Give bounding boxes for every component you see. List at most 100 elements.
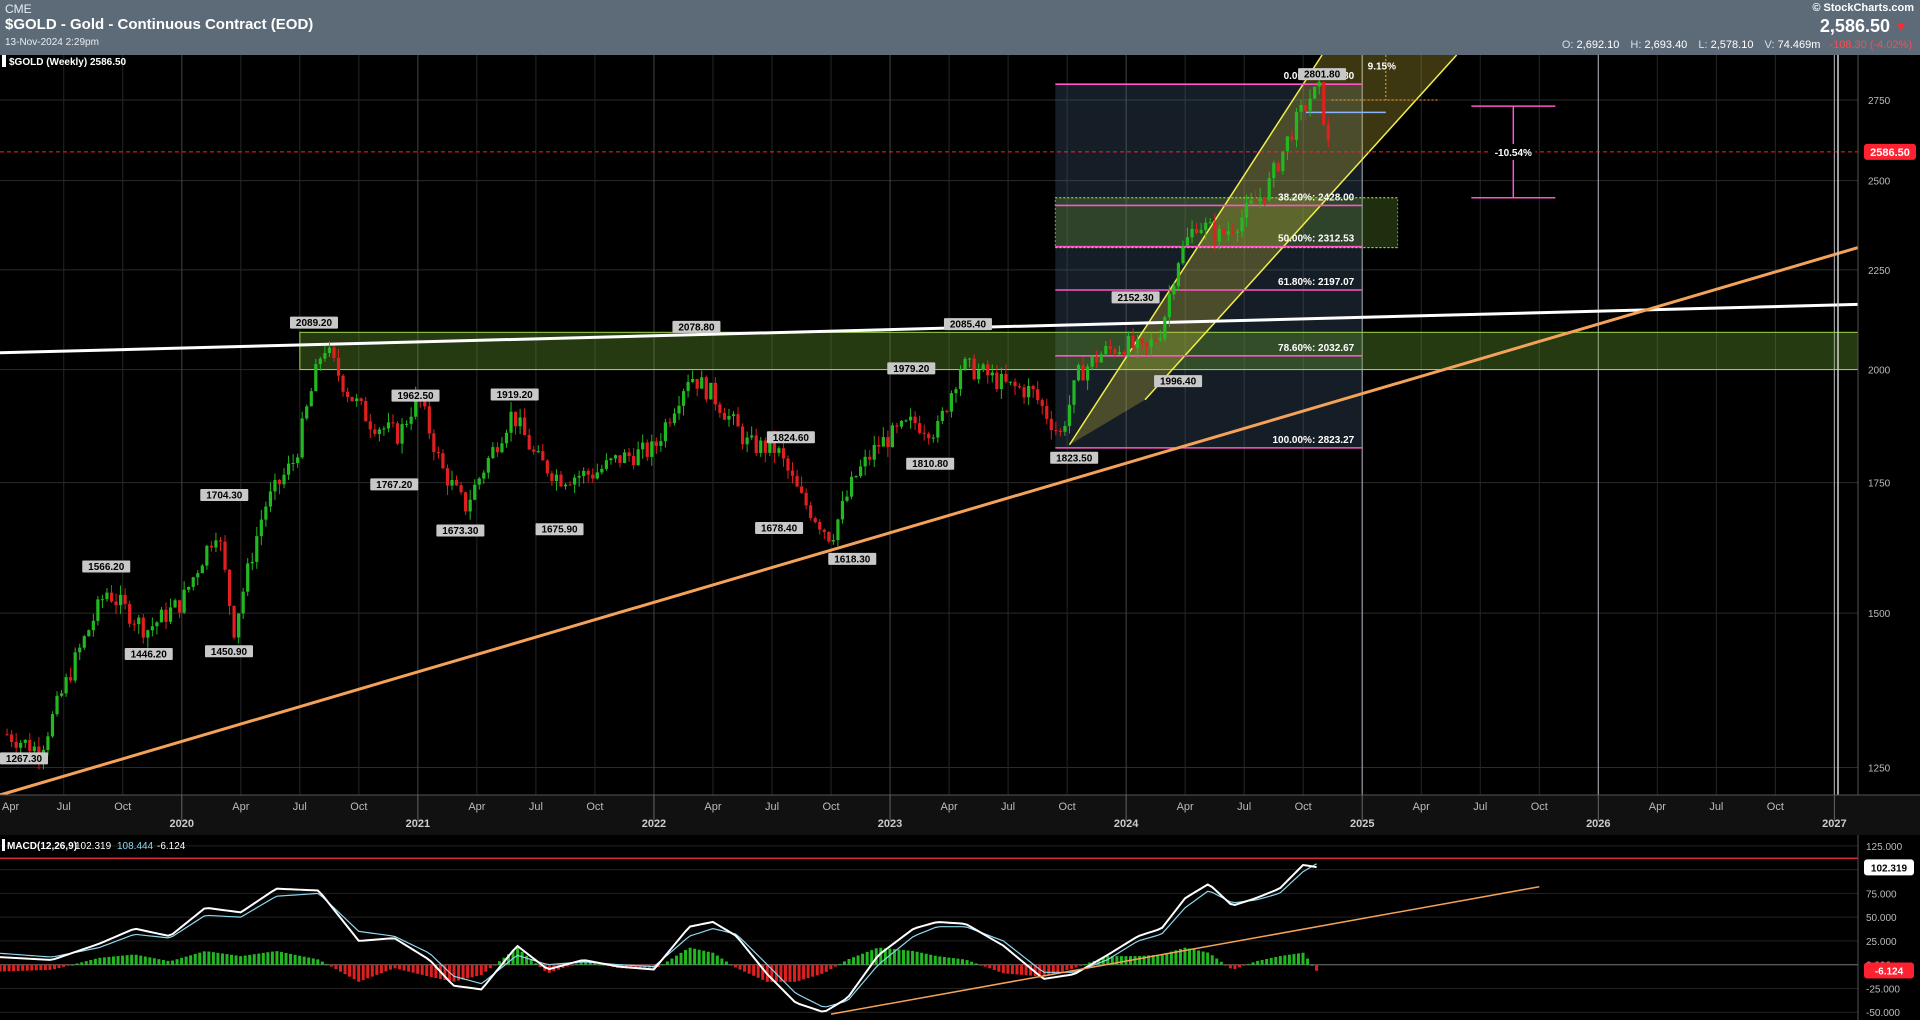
candle-body	[591, 474, 595, 479]
candle-body	[727, 415, 731, 420]
price-label-text: 2152.30	[1117, 293, 1154, 304]
candle-body	[364, 401, 368, 422]
candle-body	[218, 540, 223, 542]
legend-text: $GOLD (Weekly) 2586.50	[9, 57, 127, 68]
macd-histogram-bar	[452, 964, 456, 982]
candle-body	[527, 435, 531, 450]
macd-histogram-bar	[352, 964, 356, 980]
candle-body	[1090, 356, 1094, 367]
candle-body	[1072, 380, 1076, 405]
change-value: -108.30 (-4.02%)	[1829, 39, 1912, 51]
price-label: 2078.80	[672, 320, 721, 333]
macd-histogram-bar	[1237, 964, 1241, 968]
y-tick-label: 1250	[1868, 763, 1891, 774]
price-chart[interactable]: 0.00%: 2801.8038.20%: 2428.0050.00%: 231…	[0, 55, 1920, 835]
candle-body	[1285, 136, 1289, 151]
candle-body	[391, 422, 395, 424]
macd-histogram-bar	[180, 957, 184, 965]
macd-histogram-bar	[316, 959, 320, 965]
price-label: 1675.90	[535, 523, 584, 536]
x-month-label: Oct	[1767, 801, 1784, 813]
macd-histogram-bar	[670, 958, 674, 965]
candle-body	[795, 475, 799, 487]
candle-body	[1017, 386, 1022, 388]
macd-histogram-bar	[339, 964, 343, 972]
macd-histogram-bar	[951, 958, 955, 965]
macd-histogram-bar	[833, 964, 837, 967]
macd-panel[interactable]: 125.000100.00075.00050.00025.0000.000-25…	[0, 835, 1920, 1020]
y-tick-label: 2500	[1868, 177, 1891, 188]
macd-histogram-bar	[1265, 958, 1269, 965]
macd-histogram-bar	[484, 964, 488, 972]
candle-body	[1149, 339, 1153, 347]
price-label-text: 1675.90	[541, 525, 578, 536]
macd-y-tick: 25.000	[1866, 937, 1897, 948]
candle-body	[1213, 222, 1217, 242]
macd-histogram-bar	[243, 955, 247, 965]
price-label: 1566.20	[82, 560, 131, 573]
candle-body	[895, 425, 899, 427]
macd-histogram-bar	[348, 964, 352, 977]
macd-histogram-bar	[429, 964, 433, 978]
candle-body	[1027, 386, 1031, 398]
macd-histogram-bar	[1269, 957, 1273, 965]
candle-body	[32, 746, 36, 752]
macd-histogram-bar	[1006, 964, 1010, 974]
macd-histogram-bar	[207, 951, 211, 965]
macd-histogram-bar	[938, 956, 942, 965]
candle-body	[963, 358, 967, 370]
candle-body	[291, 463, 295, 465]
price-label: 1810.80	[906, 457, 955, 470]
candle-body	[196, 573, 200, 578]
candle-body	[1303, 104, 1308, 111]
brand-logo[interactable]: © StockCharts.com	[1812, 2, 1914, 14]
candle-body	[209, 545, 213, 548]
macd-histogram-bar	[130, 954, 134, 965]
candle-body	[246, 563, 250, 592]
candle-body	[69, 677, 73, 681]
candle-body	[96, 599, 100, 621]
macd-histogram-bar	[175, 959, 179, 965]
candle-body	[341, 375, 345, 392]
candle-body	[632, 456, 636, 466]
macd-histogram-bar	[52, 964, 56, 970]
candle	[827, 531, 831, 544]
candle-body	[1254, 200, 1258, 202]
macd-histogram-bar	[920, 952, 924, 965]
macd-histogram-bar	[1069, 964, 1073, 969]
price-label: 1704.30	[200, 489, 249, 502]
candle-body	[722, 412, 727, 420]
price-label-text: 1810.80	[912, 459, 949, 470]
candle-body	[886, 437, 890, 448]
candle-body	[427, 406, 431, 434]
last-price-value: 2,586.50	[1819, 16, 1890, 36]
macd-histogram-bar	[1001, 964, 1005, 974]
macd-histogram-bar	[570, 964, 574, 966]
y-tick-label: 1750	[1868, 479, 1891, 490]
macd-histogram-bar	[847, 959, 851, 965]
x-month-label: Oct	[1295, 801, 1312, 813]
y-axis-panel	[1858, 55, 1920, 795]
macd-histogram-bar	[979, 964, 983, 966]
macd-histogram-bar	[997, 964, 1001, 972]
candle-body	[454, 480, 459, 486]
candle-body	[237, 613, 241, 638]
macd-histogram-bar	[43, 964, 47, 971]
candle	[1281, 150, 1285, 175]
fib-level-label: 100.00%: 2823.27	[1272, 435, 1354, 446]
macd-histogram-bar	[216, 952, 220, 965]
macd-histogram-bar	[693, 948, 697, 965]
candle	[709, 382, 713, 400]
candle-body	[241, 591, 245, 614]
candle-body	[164, 609, 168, 622]
x-year-label: 2021	[406, 818, 430, 830]
macd-histogram-bar	[838, 963, 842, 965]
price-label-text: 1450.90	[211, 647, 248, 658]
macd-histogram-bar	[1020, 964, 1024, 975]
candle-body	[1036, 389, 1040, 401]
macd-histogram-bar	[1296, 953, 1300, 965]
macd-histogram-bar	[1215, 958, 1219, 965]
macd-histogram-bar	[411, 964, 415, 973]
x-month-label: Apr	[1177, 801, 1194, 813]
candle	[232, 605, 236, 640]
